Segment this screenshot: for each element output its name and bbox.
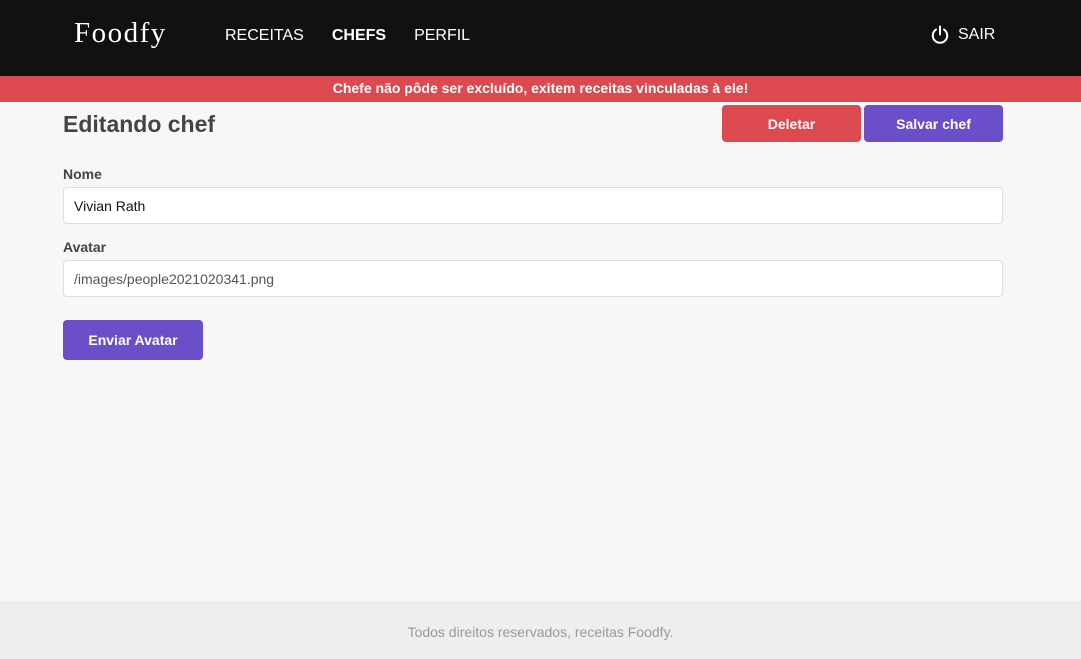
main-nav: RECEITAS CHEFS PERFIL [225, 27, 470, 45]
save-chef-button[interactable]: Salvar chef [864, 105, 1003, 142]
page-title: Editando chef [63, 111, 216, 137]
avatar-url-input[interactable] [63, 260, 1003, 297]
name-field-label: Nome [63, 166, 102, 182]
foodfy-logo[interactable]: Foodfy [74, 17, 167, 50]
page-footer: Todos direitos reservados, receitas Food… [0, 601, 1081, 659]
delete-button[interactable]: Deletar [722, 105, 861, 142]
nav-link-perfil[interactable]: PERFIL [414, 27, 470, 45]
nav-link-chefs[interactable]: CHEFS [332, 27, 386, 45]
footer-text: Todos direitos reservados, receitas Food… [407, 624, 674, 640]
avatar-field-label: Avatar [63, 239, 107, 255]
name-input[interactable] [63, 187, 1003, 224]
power-icon [930, 25, 950, 45]
logout-label: SAIR [958, 26, 996, 43]
logout-button[interactable]: SAIR [930, 25, 995, 45]
error-alert-banner: Chefe não pôde ser excluído, exitem rece… [0, 76, 1081, 102]
nav-link-receitas[interactable]: RECEITAS [225, 27, 304, 45]
top-header: Foodfy RECEITAS CHEFS PERFIL SAIR [0, 0, 1081, 76]
upload-avatar-button[interactable]: Enviar Avatar [63, 320, 203, 360]
